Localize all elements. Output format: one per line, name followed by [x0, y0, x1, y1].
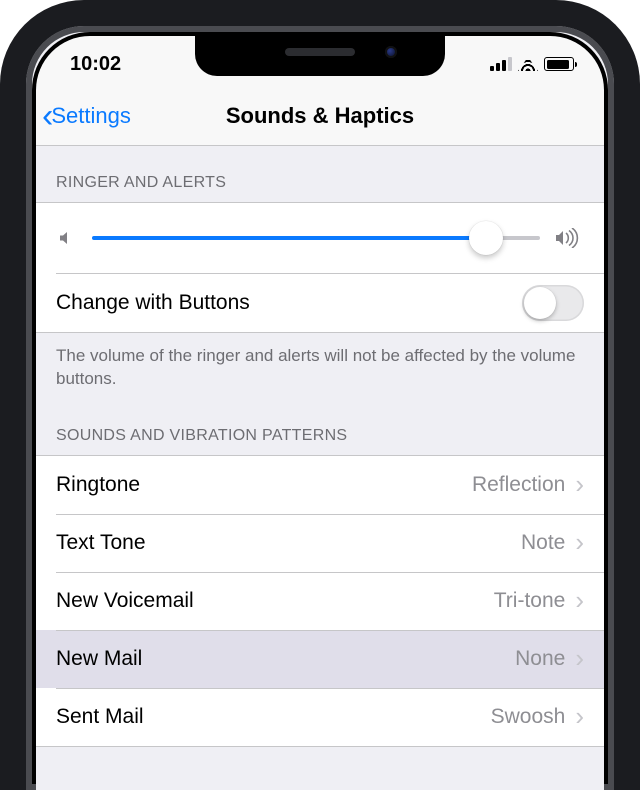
speaker-max-icon — [554, 228, 584, 248]
battery-icon — [544, 57, 574, 71]
patterns-row-label: New Mail — [56, 647, 142, 671]
patterns-row[interactable]: Sent Mail Swoosh › — [36, 688, 604, 746]
slider-thumb[interactable] — [469, 221, 503, 255]
change-with-buttons-switch[interactable] — [522, 285, 584, 321]
back-button[interactable]: ‹ Settings — [42, 86, 131, 145]
chevron-right-icon: › — [575, 469, 584, 500]
patterns-row[interactable]: New Mail None › — [36, 630, 604, 688]
chevron-right-icon: › — [575, 701, 584, 732]
change-with-buttons-label: Change with Buttons — [56, 291, 250, 315]
screen: 10:02 ‹ Settings Sounds & Haptics RINGER… — [36, 36, 604, 790]
patterns-group: RingtoneReflection›Text ToneNote›New Voi… — [36, 455, 604, 747]
patterns-row[interactable]: New Voicemail Tri-tone › — [36, 572, 604, 630]
ringer-group: Change with Buttons — [36, 202, 604, 333]
page-title: Sounds & Haptics — [226, 103, 414, 129]
volume-slider-row — [36, 203, 604, 273]
patterns-row[interactable]: Ringtone Reflection › — [36, 456, 604, 514]
volume-slider[interactable] — [92, 224, 540, 252]
chevron-right-icon: › — [575, 585, 584, 616]
patterns-row-value: None — [515, 647, 565, 671]
patterns-row-label: Text Tone — [56, 531, 146, 555]
section-footer-ringer: The volume of the ringer and alerts will… — [36, 333, 604, 399]
patterns-row-value: Reflection — [472, 473, 565, 497]
patterns-row-label: Sent Mail — [56, 705, 144, 729]
section-header-ringer: RINGER AND ALERTS — [36, 146, 604, 202]
patterns-row-value: Note — [521, 531, 565, 555]
patterns-row-label: Ringtone — [56, 473, 140, 497]
change-with-buttons-row: Change with Buttons — [36, 274, 604, 332]
patterns-row-value: Swoosh — [491, 705, 566, 729]
wifi-icon — [518, 57, 538, 71]
device-frame: 10:02 ‹ Settings Sounds & Haptics RINGER… — [0, 0, 640, 790]
patterns-row-value: Tri-tone — [494, 589, 566, 613]
chevron-right-icon: › — [575, 527, 584, 558]
status-time: 10:02 — [70, 53, 121, 76]
back-label: Settings — [51, 103, 131, 129]
notch — [195, 36, 445, 76]
nav-bar: ‹ Settings Sounds & Haptics — [36, 86, 604, 146]
section-header-patterns: SOUNDS AND VIBRATION PATTERNS — [36, 399, 604, 455]
cellular-icon — [490, 57, 512, 71]
speaker-min-icon — [56, 230, 78, 246]
patterns-row[interactable]: Text Tone Note › — [36, 514, 604, 572]
chevron-right-icon: › — [575, 643, 584, 674]
patterns-row-label: New Voicemail — [56, 589, 194, 613]
